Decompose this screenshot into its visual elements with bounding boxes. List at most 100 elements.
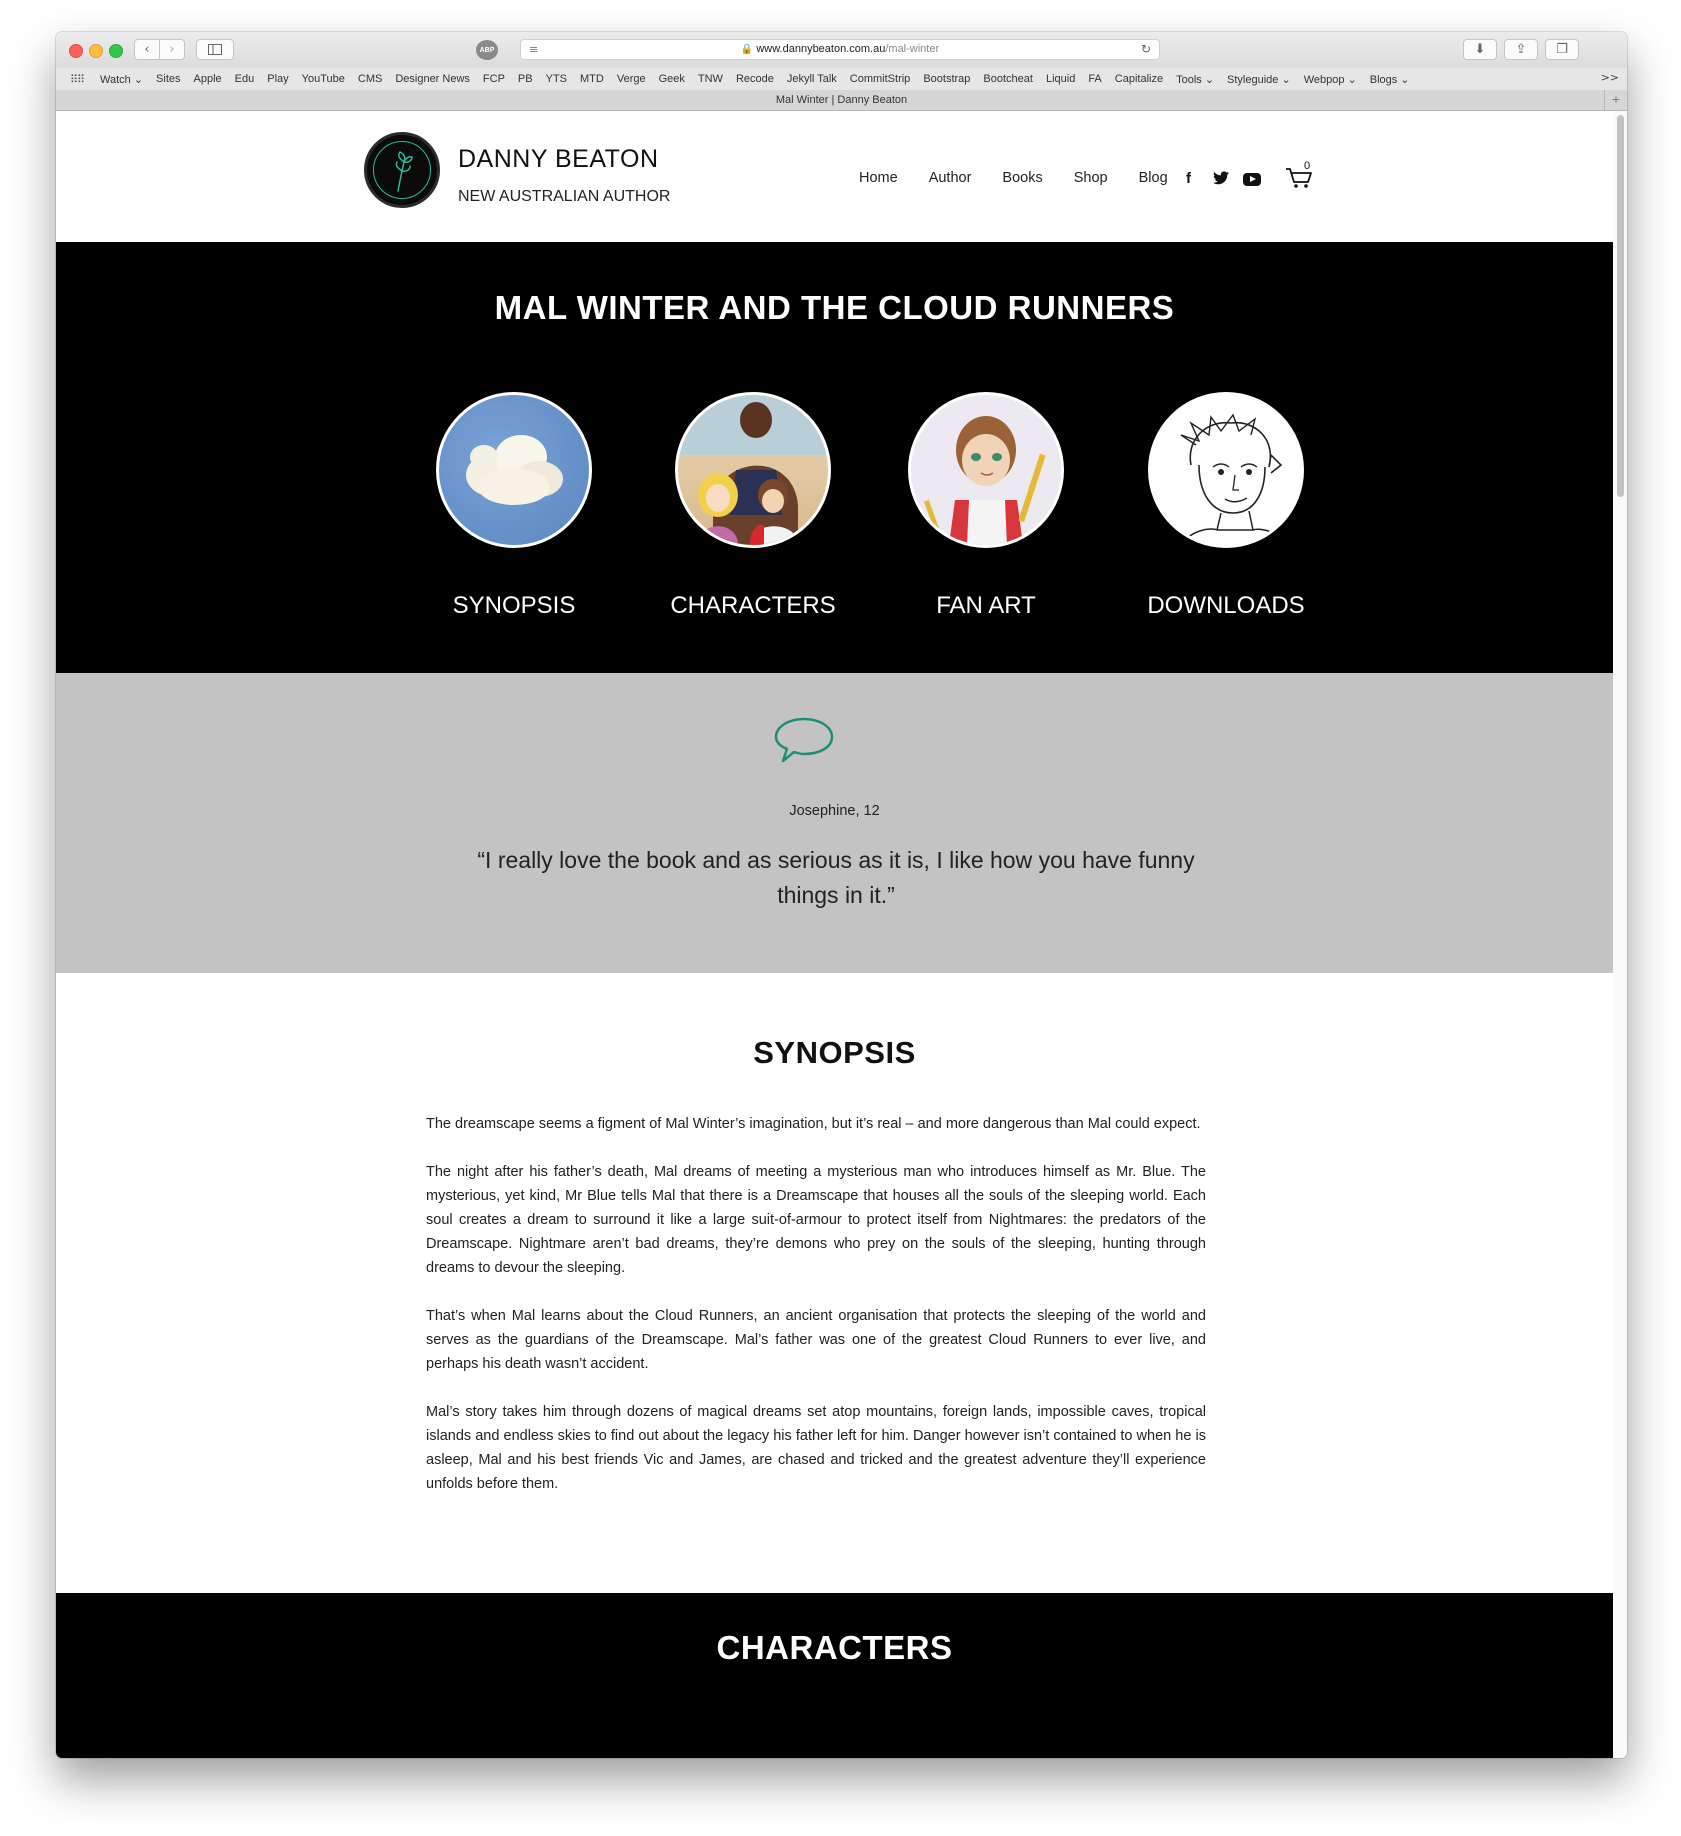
testimonial-author: Josephine, 12 bbox=[789, 803, 880, 819]
sidebar-toggle-button[interactable] bbox=[196, 39, 234, 60]
synopsis-paragraph: The night after his father’s death, Mal … bbox=[426, 1164, 1206, 1276]
feather-logo-icon bbox=[395, 151, 413, 192]
synopsis-paragraph: Mal’s story takes him through dozens of … bbox=[426, 1404, 1206, 1492]
category-label[interactable]: FAN ART bbox=[886, 592, 1086, 620]
grid-icon[interactable]: ⠿⠿ bbox=[70, 73, 86, 86]
bookmark-item[interactable]: Geek bbox=[659, 73, 685, 85]
main-nav: Home Author Books Shop Blog bbox=[859, 170, 1199, 186]
minimize-window-button[interactable] bbox=[89, 44, 103, 58]
twitter-icon[interactable] bbox=[1213, 171, 1229, 185]
lock-icon: 🔒 bbox=[740, 44, 754, 55]
bookmarks-overflow-button[interactable]: >> bbox=[1601, 71, 1619, 84]
forward-button[interactable]: › bbox=[159, 39, 185, 60]
downloads-button[interactable]: ⬇ bbox=[1463, 39, 1497, 60]
category-label[interactable]: CHARACTERS bbox=[653, 592, 853, 620]
share-button[interactable]: ⇪ bbox=[1504, 39, 1538, 60]
chevron-right-icon: › bbox=[169, 42, 175, 57]
back-button[interactable]: ‹ bbox=[134, 39, 160, 60]
synopsis-thumbnail[interactable] bbox=[436, 392, 592, 548]
bookmark-item[interactable]: Liquid bbox=[1046, 73, 1075, 85]
bookmark-item[interactable]: Webpop ⌄ bbox=[1304, 73, 1357, 86]
url-text: 🔒 www.dannybeaton.com.au/mal-winter bbox=[521, 43, 1159, 55]
bookmark-item[interactable]: Verge bbox=[617, 73, 646, 85]
downloads-thumbnail[interactable] bbox=[1148, 392, 1304, 548]
bookmark-item[interactable]: YouTube bbox=[302, 73, 345, 85]
bookmark-item[interactable]: TNW bbox=[698, 73, 723, 85]
cloud-image bbox=[466, 435, 563, 505]
characters-section: CHARACTERS bbox=[56, 1593, 1613, 1758]
bookmark-item[interactable]: MTD bbox=[580, 73, 604, 85]
bookmark-item[interactable]: YTS bbox=[546, 73, 567, 85]
bookmark-item[interactable]: Sites bbox=[156, 73, 180, 85]
synopsis-body: The dreamscape seems a figment of Mal Wi… bbox=[426, 1112, 1206, 1520]
bookmark-item[interactable]: Capitalize bbox=[1115, 73, 1163, 85]
tab-bar: Mal Winter | Danny Beaton + bbox=[56, 90, 1627, 111]
testimonial-quote: “I really love the book and as serious a… bbox=[477, 847, 1195, 908]
bookmark-item[interactable]: PB bbox=[518, 73, 533, 85]
url-host: www.dannybeaton.com.au bbox=[756, 43, 886, 55]
site-name[interactable]: DANNY BEATON bbox=[458, 145, 659, 174]
close-window-button[interactable] bbox=[69, 44, 83, 58]
nav-item-blog[interactable]: Blog bbox=[1139, 170, 1168, 186]
book-title: MAL WINTER AND THE CLOUD RUNNERS bbox=[494, 289, 1175, 326]
bookmark-item[interactable]: Play bbox=[267, 73, 288, 85]
bookmark-item[interactable]: Styleguide ⌄ bbox=[1227, 73, 1291, 86]
page-scrollbar[interactable] bbox=[1613, 111, 1627, 1758]
nav-item-shop[interactable]: Shop bbox=[1074, 170, 1108, 186]
bookmark-item[interactable]: Watch ⌄ bbox=[100, 73, 143, 86]
characters-thumbnail[interactable] bbox=[675, 392, 831, 548]
zoom-window-button[interactable] bbox=[109, 44, 123, 58]
category-synopsis[interactable]: SYNOPSIS bbox=[414, 392, 614, 620]
bookmark-item[interactable]: Apple bbox=[194, 73, 222, 85]
category-fan-art[interactable]: FAN ART bbox=[886, 392, 1086, 620]
cart-count: 0 bbox=[1304, 160, 1311, 172]
scrollbar-thumb[interactable] bbox=[1617, 115, 1624, 497]
download-icon: ⬇ bbox=[1474, 42, 1486, 57]
category-label[interactable]: DOWNLOADS bbox=[1126, 592, 1326, 620]
show-tabs-button[interactable]: ❐ bbox=[1545, 39, 1579, 60]
synopsis-heading: SYNOPSIS bbox=[753, 1035, 916, 1070]
sketch-image bbox=[1180, 413, 1287, 545]
category-label[interactable]: SYNOPSIS bbox=[414, 592, 614, 620]
share-icon: ⇪ bbox=[1515, 42, 1527, 57]
category-characters[interactable]: CHARACTERS bbox=[653, 392, 853, 620]
sidebar-icon bbox=[208, 44, 222, 55]
facebook-icon[interactable]: f bbox=[1186, 170, 1191, 187]
new-tab-button[interactable]: + bbox=[1604, 90, 1627, 110]
nav-item-home[interactable]: Home bbox=[859, 170, 898, 186]
testimonial-section: Josephine, 12 “I really love the book an… bbox=[56, 673, 1613, 973]
bookmark-item[interactable]: Recode bbox=[736, 73, 774, 85]
fan-art-thumbnail[interactable] bbox=[908, 392, 1064, 548]
tab-title[interactable]: Mal Winter | Danny Beaton bbox=[776, 94, 907, 106]
category-downloads[interactable]: DOWNLOADS bbox=[1126, 392, 1326, 620]
bookmark-item[interactable]: CMS bbox=[358, 73, 382, 85]
bookmark-item[interactable]: Jekyll Talk bbox=[787, 73, 837, 85]
web-page: DANNY BEATON NEW AUSTRALIAN AUTHOR Home … bbox=[56, 111, 1613, 1758]
characters-image bbox=[678, 395, 828, 545]
address-bar[interactable]: ≡ 🔒 www.dannybeaton.com.au/mal-winter ↻ bbox=[520, 39, 1160, 60]
tabs-icon: ❐ bbox=[1556, 42, 1568, 57]
bookmark-item[interactable]: Tools ⌄ bbox=[1176, 73, 1214, 86]
bookmark-item[interactable]: Designer News bbox=[395, 73, 470, 85]
bookmark-item[interactable]: Edu bbox=[235, 73, 255, 85]
url-path: /mal-winter bbox=[885, 43, 940, 55]
bookmark-item[interactable]: Bootstrap bbox=[923, 73, 970, 85]
bookmark-item[interactable]: FA bbox=[1088, 73, 1101, 85]
youtube-icon[interactable] bbox=[1243, 173, 1261, 186]
site-logo[interactable] bbox=[364, 132, 440, 208]
bookmark-item[interactable]: CommitStrip bbox=[850, 73, 911, 85]
speech-bubble-icon bbox=[774, 717, 834, 763]
nav-item-author[interactable]: Author bbox=[929, 170, 972, 186]
bookmark-item[interactable]: FCP bbox=[483, 73, 505, 85]
synopsis-paragraph: The dreamscape seems a figment of Mal Wi… bbox=[426, 1116, 1201, 1132]
site-tagline: NEW AUSTRALIAN AUTHOR bbox=[458, 188, 671, 205]
nav-item-books[interactable]: Books bbox=[1002, 170, 1042, 186]
characters-heading: CHARACTERS bbox=[716, 1629, 953, 1666]
browser-toolbar: ‹ › ABP ≡ 🔒 www.dannybeaton.com.au/mal-wi… bbox=[56, 32, 1627, 68]
bookmark-item[interactable]: Blogs ⌄ bbox=[1370, 73, 1410, 86]
bookmark-item[interactable]: Bootcheat bbox=[983, 73, 1033, 85]
adblock-extension-button[interactable]: ABP bbox=[476, 40, 498, 60]
fan-art-image bbox=[923, 416, 1046, 545]
reload-icon[interactable]: ↻ bbox=[1141, 42, 1151, 56]
synopsis-section: SYNOPSIS The dreamscape seems a figment … bbox=[56, 973, 1613, 1593]
